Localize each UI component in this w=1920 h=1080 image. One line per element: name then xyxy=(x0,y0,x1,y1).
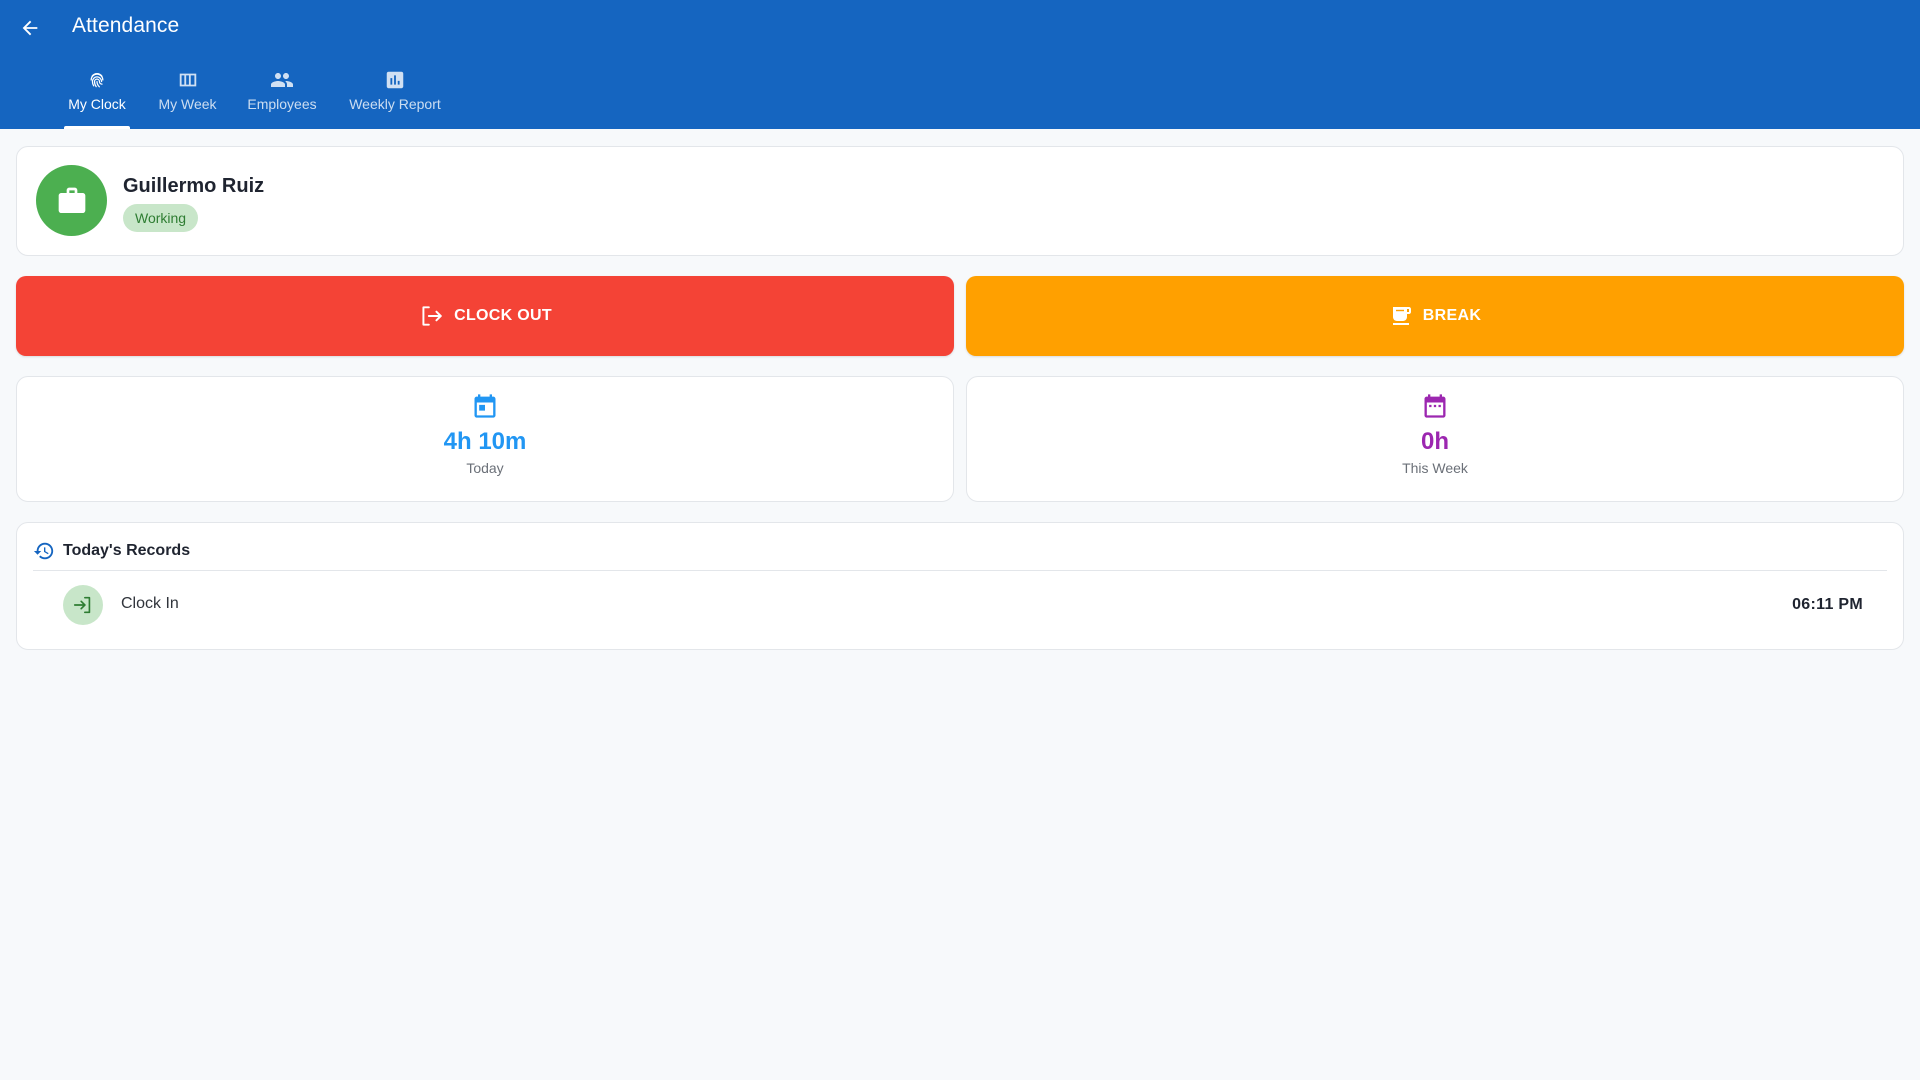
login-icon xyxy=(63,585,103,625)
break-button[interactable]: BREAK xyxy=(966,276,1904,356)
divider xyxy=(33,570,1887,571)
tab-my-week[interactable]: My Week xyxy=(156,62,219,129)
break-label: BREAK xyxy=(1422,307,1482,324)
today-hours-value: 4h 10m xyxy=(443,428,527,455)
status-badge: Working xyxy=(123,204,199,232)
today-hours-card: 4h 10m Today xyxy=(16,376,954,502)
back-button[interactable] xyxy=(14,12,46,44)
tab-label: Employees xyxy=(247,96,317,112)
page-title: Attendance xyxy=(72,14,180,37)
briefcase-icon xyxy=(58,187,85,213)
bar-chart-icon xyxy=(384,68,406,92)
arrow-back-icon xyxy=(22,20,38,36)
fingerprint-icon xyxy=(87,68,107,92)
coffee-icon xyxy=(1389,304,1413,328)
records-header: Today's Records xyxy=(33,539,190,563)
todays-records-card: Today's Records Clock In 06:11 PM xyxy=(16,522,1904,650)
tab-label: Weekly Report xyxy=(349,96,441,112)
app-bar: Attendance My Clock My Week Employees We… xyxy=(0,0,1920,129)
calendar-month-icon xyxy=(1421,392,1449,420)
clock-out-label: CLOCK OUT xyxy=(454,307,552,324)
week-hours-label: This Week xyxy=(1402,460,1468,476)
people-icon xyxy=(270,68,294,92)
week-columns-icon xyxy=(177,68,199,92)
tab-employees[interactable]: Employees xyxy=(246,62,318,129)
list-item: Clock In 06:11 PM xyxy=(33,585,1887,625)
logout-icon xyxy=(418,303,444,329)
tab-my-clock[interactable]: My Clock xyxy=(64,62,130,129)
today-hours-label: Today xyxy=(466,460,504,476)
tab-label: My Clock xyxy=(68,96,126,112)
avatar xyxy=(36,165,107,236)
tab-label: My Week xyxy=(158,96,217,112)
history-icon xyxy=(33,542,54,560)
tab-weekly-report[interactable]: Weekly Report xyxy=(348,62,442,129)
week-hours-card: 0h This Week xyxy=(966,376,1904,502)
record-time: 06:11 PM xyxy=(1792,596,1863,613)
calendar-today-icon xyxy=(471,392,499,420)
records-title: Today's Records xyxy=(63,542,191,559)
record-type: Clock In xyxy=(121,595,179,612)
active-tab-indicator xyxy=(64,126,130,129)
clock-out-button[interactable]: CLOCK OUT xyxy=(16,276,954,356)
user-name: Guillermo Ruiz xyxy=(123,175,265,197)
week-hours-value: 0h xyxy=(1420,428,1449,455)
profile-card: Guillermo Ruiz Working xyxy=(16,146,1904,256)
